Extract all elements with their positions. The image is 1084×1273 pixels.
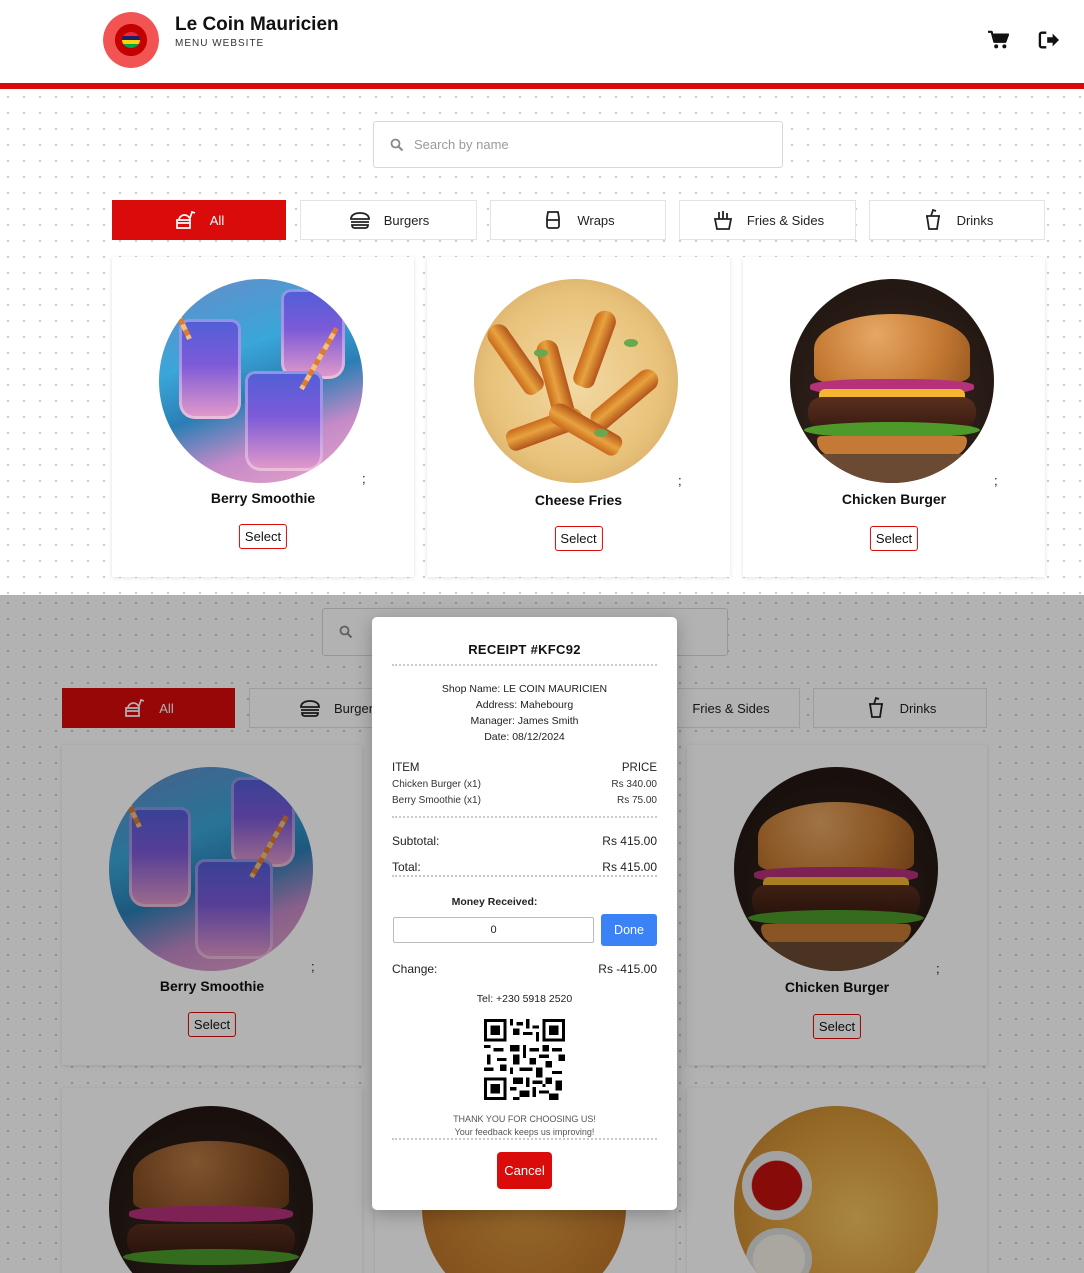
manager-line: Manager: James Smith — [470, 715, 579, 727]
tab-wraps-label: Wraps — [577, 212, 615, 228]
app-header: Le Coin Mauricien MENU WEBSITE — [0, 0, 1084, 83]
tab-wraps[interactable]: Wraps — [490, 200, 666, 240]
brand-subtitle: MENU WEBSITE — [175, 38, 265, 49]
drink-icon — [925, 208, 940, 230]
menu-main: Search by name All Burgers Wraps Fries &… — [0, 89, 1084, 595]
tab-drinks-label: Drinks — [956, 212, 994, 228]
fast-food-icon — [175, 210, 196, 229]
product-name: Cheese Fries — [534, 492, 623, 508]
receipt-modal: RECEIPT #KFC92 Shop Name: LE COIN MAURIC… — [372, 617, 677, 1210]
qr-code-icon — [484, 1019, 565, 1100]
date-line: Date: 08/12/2024 — [484, 731, 565, 743]
item-name: Chicken Burger (x1) — [392, 779, 481, 790]
total-row: Total: Rs 415.00 — [392, 860, 657, 874]
subtotal-label: Subtotal: — [392, 834, 440, 848]
product-card-chicken-burger: Chicken Burger ; Select — [743, 257, 1045, 577]
money-received-input[interactable]: 0 — [393, 917, 594, 943]
product-extra: ; — [362, 471, 366, 486]
divider — [392, 816, 657, 818]
select-button[interactable]: Select — [554, 526, 603, 551]
search-input[interactable]: Search by name — [414, 137, 509, 152]
divider — [392, 875, 657, 877]
product-name: Berry Smoothie — [210, 490, 316, 506]
change-label: Change: — [392, 962, 438, 976]
change-value: Rs -415.00 — [598, 962, 657, 976]
total-label: Total: — [392, 860, 421, 874]
tab-drinks[interactable]: Drinks — [869, 200, 1045, 240]
select-button[interactable]: Select — [238, 524, 288, 549]
search-icon — [390, 138, 404, 151]
select-button[interactable]: Select — [869, 526, 919, 551]
price-column-header: PRICE — [621, 762, 657, 774]
item-column-header: ITEM — [392, 762, 420, 774]
change-row: Change: Rs -415.00 — [392, 962, 657, 976]
product-extra: ; — [678, 473, 682, 488]
fries-icon — [713, 211, 732, 230]
search-box[interactable]: Search by name — [373, 121, 783, 168]
brand-logo[interactable] — [103, 12, 159, 68]
items-header: ITEM PRICE — [392, 762, 657, 774]
feedback-line: Your feedback keeps us improving! — [454, 1127, 595, 1137]
tab-fries-sides-label: Fries & Sides — [746, 212, 825, 228]
item-price: Rs 75.00 — [616, 795, 657, 806]
product-card-berry-smoothie: Berry Smoothie ; Select — [112, 257, 414, 577]
cancel-button[interactable]: Cancel — [497, 1152, 552, 1189]
address-line: Address: Mahebourg — [475, 699, 574, 711]
shop-name-line: Shop Name: LE COIN MAURICIEN — [441, 683, 608, 695]
subtotal-row: Subtotal: Rs 415.00 — [392, 834, 657, 848]
product-extra: ; — [994, 473, 998, 488]
thank-you-line: THANK YOU FOR CHOOSING US! — [453, 1114, 596, 1124]
item-name: Berry Smoothie (x1) — [392, 795, 481, 806]
receipt-line-item: Chicken Burger (x1) Rs 340.00 — [392, 779, 657, 790]
wrap-icon — [546, 211, 561, 229]
tab-fries-sides[interactable]: Fries & Sides — [679, 200, 856, 240]
logout-icon[interactable] — [1038, 30, 1060, 50]
chicken-burger-image — [790, 279, 994, 483]
cart-icon[interactable] — [987, 30, 1009, 50]
receipt-title: RECEIPT #KFC92 — [468, 642, 581, 657]
product-card-cheese-fries: Cheese Fries ; Select — [427, 257, 730, 577]
done-button[interactable]: Done — [601, 914, 657, 946]
tab-all-label: All — [209, 212, 225, 228]
berry-smoothie-image — [159, 279, 363, 483]
tab-all[interactable]: All — [112, 200, 286, 240]
divider — [392, 1138, 657, 1140]
tab-burgers[interactable]: Burgers — [300, 200, 477, 240]
burger-icon — [349, 212, 370, 229]
subtotal-value: Rs 415.00 — [602, 834, 657, 848]
brand-title: Le Coin Mauricien — [175, 14, 339, 35]
cheese-fries-image — [474, 279, 678, 483]
mauritius-flag-icon — [122, 32, 140, 48]
divider — [392, 664, 657, 666]
receipt-line-item: Berry Smoothie (x1) Rs 75.00 — [392, 795, 657, 806]
telephone-line: Tel: +230 5918 2520 — [476, 993, 573, 1005]
item-price: Rs 340.00 — [611, 779, 657, 790]
tab-burgers-label: Burgers — [383, 212, 430, 228]
money-received-label: Money Received: — [451, 896, 538, 908]
product-name: Chicken Burger — [841, 491, 947, 507]
total-value: Rs 415.00 — [602, 860, 657, 874]
